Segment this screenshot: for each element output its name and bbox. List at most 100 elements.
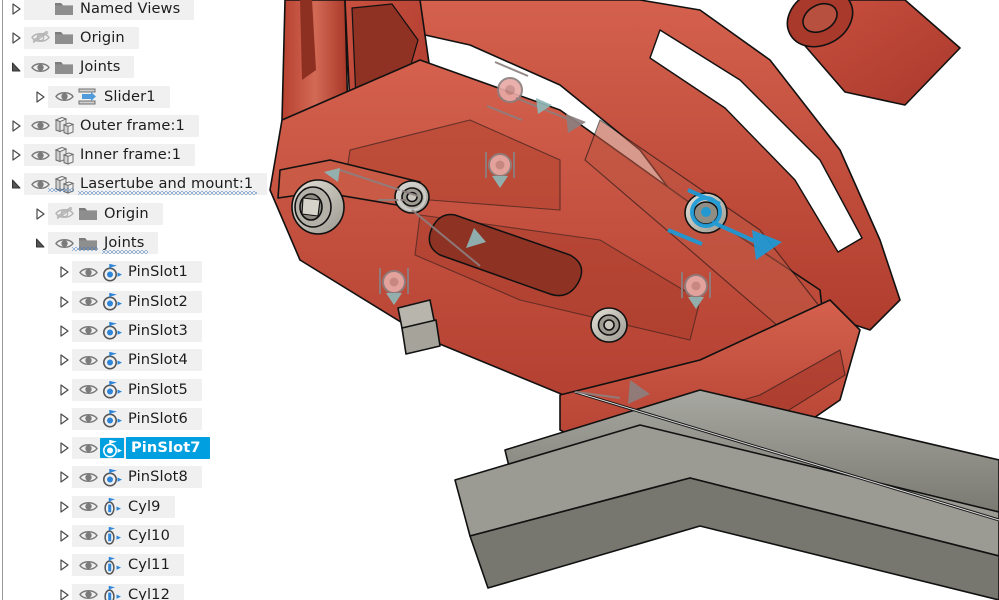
tree-row-label: Origin [78, 28, 129, 48]
tree-row-body[interactable]: Inner frame:1 [24, 144, 195, 166]
tree-row-label: PinSlot1 [126, 262, 192, 282]
tree-row-body[interactable]: Origin [24, 27, 139, 49]
tree-row-body[interactable]: Slider1 [48, 86, 170, 108]
twisty-collapsed-icon[interactable] [56, 440, 72, 456]
eye-visible-icon[interactable] [76, 498, 100, 516]
twisty-collapsed-icon[interactable] [56, 264, 72, 280]
tree-row-label: PinSlot2 [126, 292, 192, 312]
twisty-collapsed-icon[interactable] [56, 411, 72, 427]
tree-row-label: Named Views [78, 0, 184, 19]
twisty-collapsed-icon[interactable] [56, 352, 72, 368]
tree-row[interactable]: PinSlot6 [0, 404, 290, 433]
twisty-collapsed-icon[interactable] [32, 206, 48, 222]
cylindrical-joint-icon [100, 555, 124, 575]
eye-visible-icon[interactable] [76, 410, 100, 428]
pinslot-joint-icon [100, 350, 124, 370]
tree-row[interactable]: Lasertube and mount:1 [0, 170, 290, 199]
tree-row[interactable]: PinSlot1 [0, 258, 290, 287]
cylindrical-joint-icon [100, 526, 124, 546]
tree-row-body[interactable]: PinSlot7 [72, 437, 210, 459]
tree-row[interactable]: Named Views [0, 0, 290, 23]
tree-row-body[interactable]: Lasertube and mount:1 [24, 173, 267, 195]
tree-row-body[interactable]: PinSlot8 [72, 466, 202, 488]
tree-row[interactable]: PinSlot5 [0, 375, 290, 404]
tree-row-body[interactable]: PinSlot5 [72, 379, 202, 401]
tree-row-body[interactable]: Cyl10 [72, 525, 184, 547]
twisty-expanded-icon[interactable] [8, 59, 24, 75]
tree-row-body[interactable]: Joints [48, 232, 158, 254]
tree-row-body[interactable]: Outer frame:1 [24, 115, 199, 137]
twisty-collapsed-icon[interactable] [56, 499, 72, 515]
twisty-collapsed-icon[interactable] [8, 30, 24, 46]
tree-row[interactable]: Cyl12 [0, 580, 290, 600]
eye-visible-icon[interactable] [76, 381, 100, 399]
eye-hidden-icon[interactable] [52, 205, 76, 223]
slider-joint-icon [76, 87, 100, 107]
twisty-collapsed-icon[interactable] [56, 294, 72, 310]
eye-visible-icon[interactable] [76, 586, 100, 600]
eye-visible-icon[interactable] [76, 556, 100, 574]
twisty-collapsed-icon[interactable] [32, 89, 48, 105]
twisty-collapsed-icon[interactable] [56, 557, 72, 573]
tree-row[interactable]: Origin [0, 199, 290, 228]
tree-row[interactable]: PinSlot2 [0, 287, 290, 316]
twisty-expanded-icon[interactable] [8, 176, 24, 192]
twisty-expanded-icon[interactable] [32, 235, 48, 251]
tree-row-body[interactable]: Cyl12 [72, 584, 184, 600]
eye-visible-icon[interactable] [76, 468, 100, 486]
twisty-collapsed-icon[interactable] [8, 1, 24, 17]
tree-row-label: Origin [102, 204, 153, 224]
browser-tree[interactable]: Named Views Origin Joints Slider1 Outer fram… [0, 0, 290, 600]
twisty-collapsed-icon[interactable] [56, 382, 72, 398]
twisty-collapsed-icon[interactable] [56, 469, 72, 485]
eye-visible-icon[interactable] [28, 117, 52, 135]
eye-visible-icon[interactable] [76, 439, 100, 457]
browser-panel[interactable]: Named Views Origin Joints Slider1 Outer fram… [0, 0, 290, 600]
tree-row-body[interactable]: PinSlot1 [72, 261, 202, 283]
eye-visible-icon[interactable] [76, 527, 100, 545]
tree-row-label: Outer frame:1 [78, 116, 189, 136]
eye-visible-icon[interactable] [76, 293, 100, 311]
pinslot-joint-icon [100, 438, 124, 458]
component-icon [52, 145, 76, 165]
tree-row-body[interactable]: Origin [48, 203, 163, 225]
eye-visible-icon[interactable] [76, 263, 100, 281]
tree-row[interactable]: Origin [0, 23, 290, 52]
tree-row[interactable]: Outer frame:1 [0, 111, 290, 140]
twisty-collapsed-icon[interactable] [56, 323, 72, 339]
fusion-window: Named Views Origin Joints Slider1 Outer fram… [0, 0, 999, 600]
tree-row[interactable]: Cyl10 [0, 521, 290, 550]
tree-row[interactable]: Joints [0, 53, 290, 82]
tree-row-body[interactable]: Cyl9 [72, 496, 175, 518]
tree-row[interactable]: Cyl11 [0, 551, 290, 580]
twisty-collapsed-icon[interactable] [56, 528, 72, 544]
eye-visible-icon[interactable] [28, 58, 52, 76]
tree-row[interactable]: PinSlot8 [0, 463, 290, 492]
tree-row-label: PinSlot8 [126, 467, 192, 487]
tree-row-body[interactable]: PinSlot2 [72, 291, 202, 313]
tree-row-body[interactable]: Cyl11 [72, 554, 184, 576]
tree-row[interactable]: Cyl9 [0, 492, 290, 521]
eye-hidden-icon[interactable] [28, 29, 52, 47]
tree-row[interactable]: PinSlot3 [0, 316, 290, 345]
twisty-collapsed-icon[interactable] [56, 587, 72, 600]
tree-row[interactable]: Joints [0, 228, 290, 257]
eye-visible-icon[interactable] [52, 88, 76, 106]
tree-row-body[interactable]: Named Views [24, 0, 194, 20]
tree-row-body[interactable]: PinSlot6 [72, 408, 202, 430]
tree-row-body[interactable]: Joints [24, 56, 134, 78]
tree-row[interactable]: Inner frame:1 [0, 140, 290, 169]
tree-row[interactable]: PinSlot4 [0, 346, 290, 375]
twisty-collapsed-icon[interactable] [8, 118, 24, 134]
tree-row-body[interactable]: PinSlot4 [72, 349, 202, 371]
tree-row-label: PinSlot5 [126, 380, 192, 400]
twisty-collapsed-icon[interactable] [8, 147, 24, 163]
tree-row-label: Joints [78, 57, 124, 77]
eye-visible-icon[interactable] [76, 351, 100, 369]
tree-row-body[interactable]: PinSlot3 [72, 320, 202, 342]
tree-row[interactable]: Slider1 [0, 82, 290, 111]
component-icon [52, 174, 76, 194]
tree-row[interactable]: PinSlot7 [0, 433, 290, 462]
eye-visible-icon[interactable] [28, 146, 52, 164]
eye-visible-icon[interactable] [76, 322, 100, 340]
